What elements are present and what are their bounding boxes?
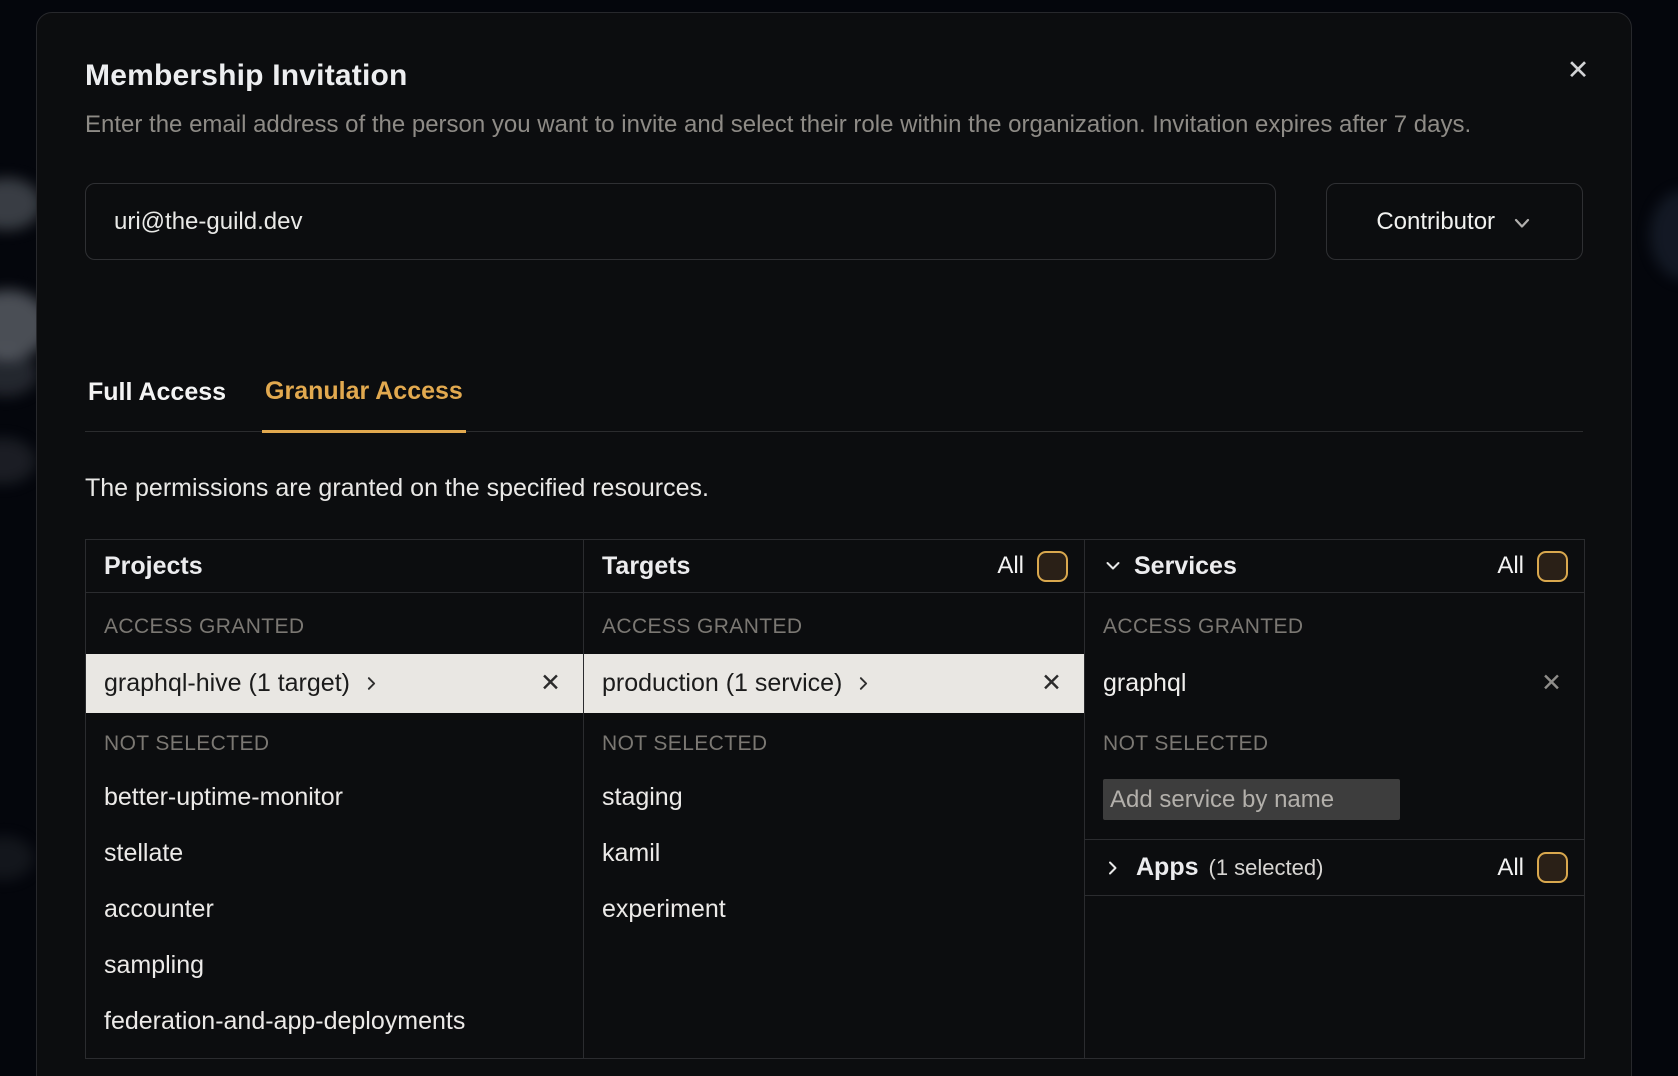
- add-service-input[interactable]: [1103, 779, 1400, 820]
- list-item-target[interactable]: staging: [584, 769, 1084, 825]
- targets-access-granted-label: ACCESS GRANTED: [584, 593, 1084, 654]
- targets-granted-row[interactable]: production (1 service) ✕: [584, 654, 1084, 713]
- list-item-target[interactable]: experiment: [584, 881, 1084, 937]
- targets-not-selected-label: NOT SELECTED: [584, 713, 1084, 769]
- tab-granular-access[interactable]: Granular Access: [262, 371, 466, 433]
- close-icon[interactable]: ✕: [1561, 53, 1595, 87]
- projects-header-label: Projects: [104, 552, 203, 581]
- projects-access-granted-label: ACCESS GRANTED: [86, 593, 583, 654]
- projects-column: Projects ACCESS GRANTED graphql-hive (1 …: [86, 540, 584, 1058]
- resources-table: Projects ACCESS GRANTED graphql-hive (1 …: [85, 539, 1585, 1059]
- chevron-down-icon: [1511, 212, 1533, 234]
- list-item-project[interactable]: sampling: [86, 937, 583, 993]
- targets-header-label: Targets: [602, 552, 690, 581]
- page-title: Membership Invitation: [85, 59, 1583, 93]
- invite-row: Contributor: [85, 183, 1583, 260]
- apps-header-label: Apps: [1136, 853, 1199, 882]
- permissions-note: The permissions are granted on the speci…: [85, 474, 1583, 503]
- remove-service-icon[interactable]: ✕: [1541, 671, 1562, 696]
- services-all-checkbox[interactable]: [1537, 551, 1568, 582]
- access-tabs: Full Access Granular Access: [85, 371, 1583, 432]
- services-access-granted-label: ACCESS GRANTED: [1085, 593, 1584, 654]
- apps-section-row[interactable]: Apps (1 selected) All: [1085, 839, 1584, 896]
- targets-column: Targets All ACCESS GRANTED production (1…: [584, 540, 1085, 1058]
- targets-header: Targets All: [584, 540, 1084, 593]
- services-header-label: Services: [1134, 552, 1237, 581]
- list-item-project[interactable]: better-uptime-monitor: [86, 769, 583, 825]
- services-column: Services All ACCESS GRANTED graphql ✕ NO…: [1085, 540, 1584, 1058]
- tab-full-access[interactable]: Full Access: [85, 371, 229, 431]
- projects-granted-label-text: graphql-hive (1 target): [104, 669, 350, 698]
- projects-granted-row[interactable]: graphql-hive (1 target) ✕: [86, 654, 583, 713]
- services-header[interactable]: Services All: [1085, 540, 1584, 593]
- services-granted-label-text: graphql: [1103, 669, 1186, 698]
- list-item-target[interactable]: kamil: [584, 825, 1084, 881]
- targets-granted-label-text: production (1 service): [602, 669, 842, 698]
- apps-all-label: All: [1497, 854, 1524, 882]
- remove-project-icon[interactable]: ✕: [540, 671, 561, 696]
- targets-all-checkbox[interactable]: [1037, 551, 1068, 582]
- projects-header: Projects: [86, 540, 583, 593]
- chevron-right-icon: [1103, 858, 1123, 878]
- role-select[interactable]: Contributor: [1326, 183, 1583, 260]
- list-item-project[interactable]: federation-and-app-deployments: [86, 993, 583, 1049]
- services-not-selected-label: NOT SELECTED: [1085, 713, 1584, 769]
- targets-all-label: All: [997, 552, 1024, 580]
- services-granted-row[interactable]: graphql ✕: [1085, 654, 1584, 713]
- projects-not-selected-label: NOT SELECTED: [86, 713, 583, 769]
- remove-target-icon[interactable]: ✕: [1041, 671, 1062, 696]
- role-select-value: Contributor: [1376, 208, 1495, 236]
- membership-invitation-modal: ✕ Membership Invitation Enter the email …: [36, 12, 1632, 1076]
- chevron-right-icon: [855, 675, 872, 692]
- modal-description: Enter the email address of the person yo…: [85, 106, 1587, 143]
- list-item-project[interactable]: accounter: [86, 881, 583, 937]
- apps-selected-count: (1 selected): [1209, 855, 1324, 881]
- list-item-project[interactable]: stellate: [86, 825, 583, 881]
- chevron-right-icon: [363, 675, 380, 692]
- email-field[interactable]: [85, 183, 1276, 260]
- chevron-down-icon: [1103, 556, 1123, 576]
- services-all-label: All: [1497, 552, 1524, 580]
- apps-all-checkbox[interactable]: [1537, 852, 1568, 883]
